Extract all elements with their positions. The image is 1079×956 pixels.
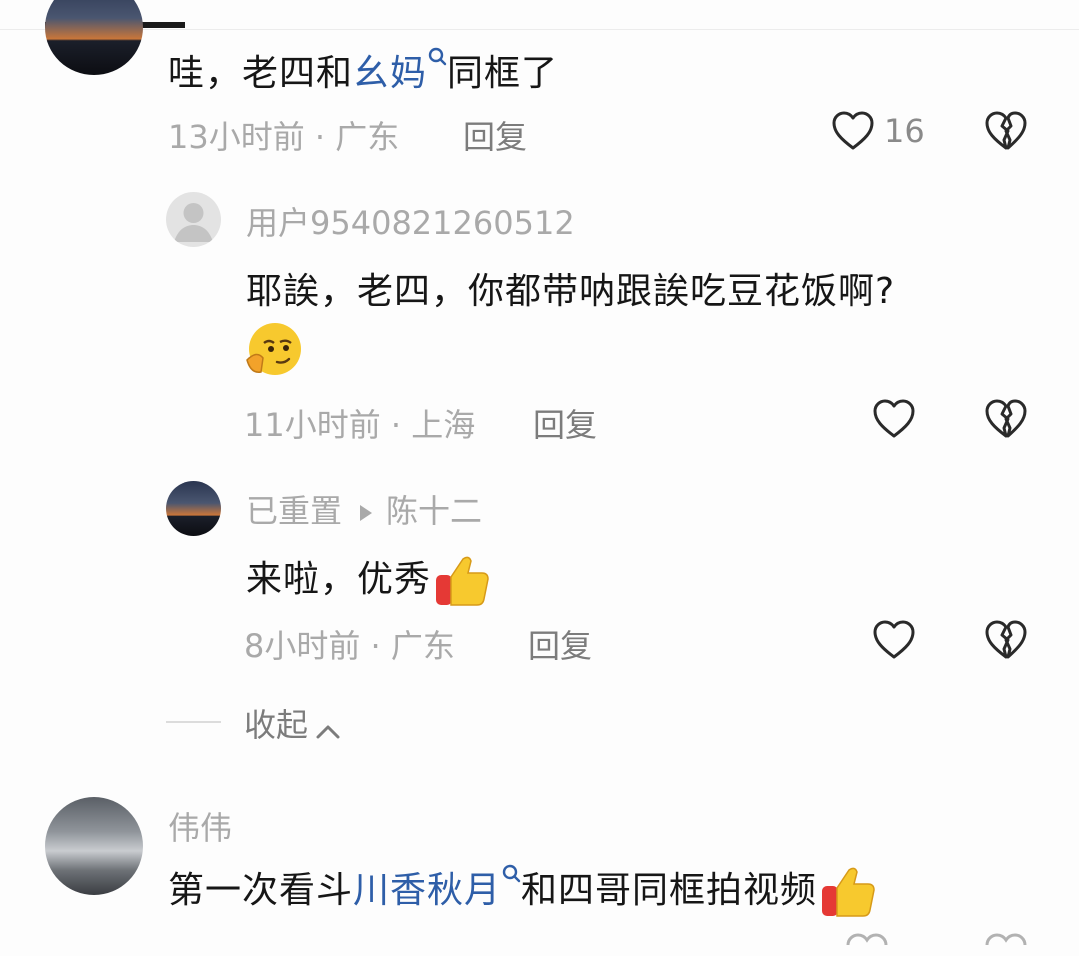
comment-text-part: 哇，老四和 <box>168 53 354 94</box>
avatar[interactable] <box>166 481 221 536</box>
avatar[interactable] <box>166 192 221 247</box>
collapse-divider <box>166 721 221 723</box>
location: 广东 <box>390 627 455 665</box>
collapse-label: 收起 <box>244 706 309 744</box>
heart-icon <box>873 620 915 659</box>
reply-header: 已重置 陈十二 <box>246 486 482 532</box>
comment-text: 哇，老四和幺妈 同框了 <box>168 44 558 96</box>
like-button[interactable] <box>872 619 916 661</box>
like-button[interactable] <box>831 110 875 152</box>
location: 广东 <box>335 118 400 156</box>
comment-text-part: 和四哥同框拍视频 <box>521 870 818 911</box>
comment-meta: 13小时前 · 广东 <box>168 112 399 158</box>
search-icon <box>428 47 447 66</box>
reply-button[interactable]: 回复 <box>528 621 592 667</box>
thumbs-up-emoji-icon <box>436 556 489 606</box>
timestamp: 8小时前 <box>244 627 361 665</box>
heart-icon <box>832 111 874 150</box>
separator: · <box>314 118 326 156</box>
comment-meta: 11小时前 · 上海 <box>244 400 475 446</box>
top-divider <box>0 29 1079 30</box>
search-icon <box>502 864 521 883</box>
collapse-button[interactable]: 收起 <box>244 700 344 747</box>
username[interactable]: 伟伟 <box>168 803 232 849</box>
timestamp: 13小时前 <box>168 118 305 156</box>
broken-heart-icon <box>985 620 1027 659</box>
avatar[interactable] <box>45 0 143 75</box>
reply-button[interactable]: 回复 <box>533 400 597 446</box>
reply-to-username[interactable]: 陈十二 <box>386 492 482 530</box>
like-button[interactable] <box>872 398 916 440</box>
comment-text: 来啦，优秀 <box>246 550 491 609</box>
location: 上海 <box>411 406 476 444</box>
broken-heart-icon <box>985 111 1027 150</box>
thumbs-up-emoji-icon <box>822 867 875 917</box>
dislike-button[interactable] <box>984 398 1028 440</box>
broken-heart-icon <box>985 399 1027 438</box>
avatar[interactable] <box>45 797 143 895</box>
heart-icon <box>846 933 888 946</box>
like-button[interactable] <box>845 932 889 956</box>
search-link-label: 幺妈 <box>353 53 428 94</box>
comment-meta: 8小时前 · 广东 <box>244 621 455 667</box>
dislike-button[interactable] <box>984 110 1028 152</box>
chevron-up-icon <box>316 725 340 738</box>
separator: · <box>390 406 402 444</box>
reply-button[interactable]: 回复 <box>463 112 527 158</box>
play-triangle-icon <box>360 505 373 521</box>
dislike-button[interactable] <box>984 932 1028 956</box>
comment-text-part: 第一次看斗 <box>168 870 354 911</box>
search-link-label: 川香秋月 <box>353 870 502 911</box>
broken-heart-icon <box>985 933 1027 946</box>
heart-icon <box>873 399 915 438</box>
default-user-icon <box>174 203 213 242</box>
search-link[interactable]: 幺妈 <box>353 47 447 94</box>
thinking-emoji-icon <box>244 322 302 378</box>
search-link[interactable]: 川香秋月 <box>353 864 521 911</box>
separator: · <box>370 627 381 665</box>
comment-text-part: 来啦，优秀 <box>246 559 432 600</box>
like-count: 16 <box>884 112 925 150</box>
timestamp: 11小时前 <box>244 406 381 444</box>
username[interactable]: 已重置 <box>246 492 342 530</box>
username[interactable]: 用户9540821260512 <box>246 198 575 244</box>
dislike-button[interactable] <box>984 619 1028 661</box>
comment-text: 第一次看斗川香秋月 和四哥同框拍视频 <box>168 861 877 920</box>
comment-text: 耶誒，老四，你都带呐跟誒吃豆花饭啊? <box>246 271 896 312</box>
comment-text-part: 同框了 <box>447 53 559 94</box>
